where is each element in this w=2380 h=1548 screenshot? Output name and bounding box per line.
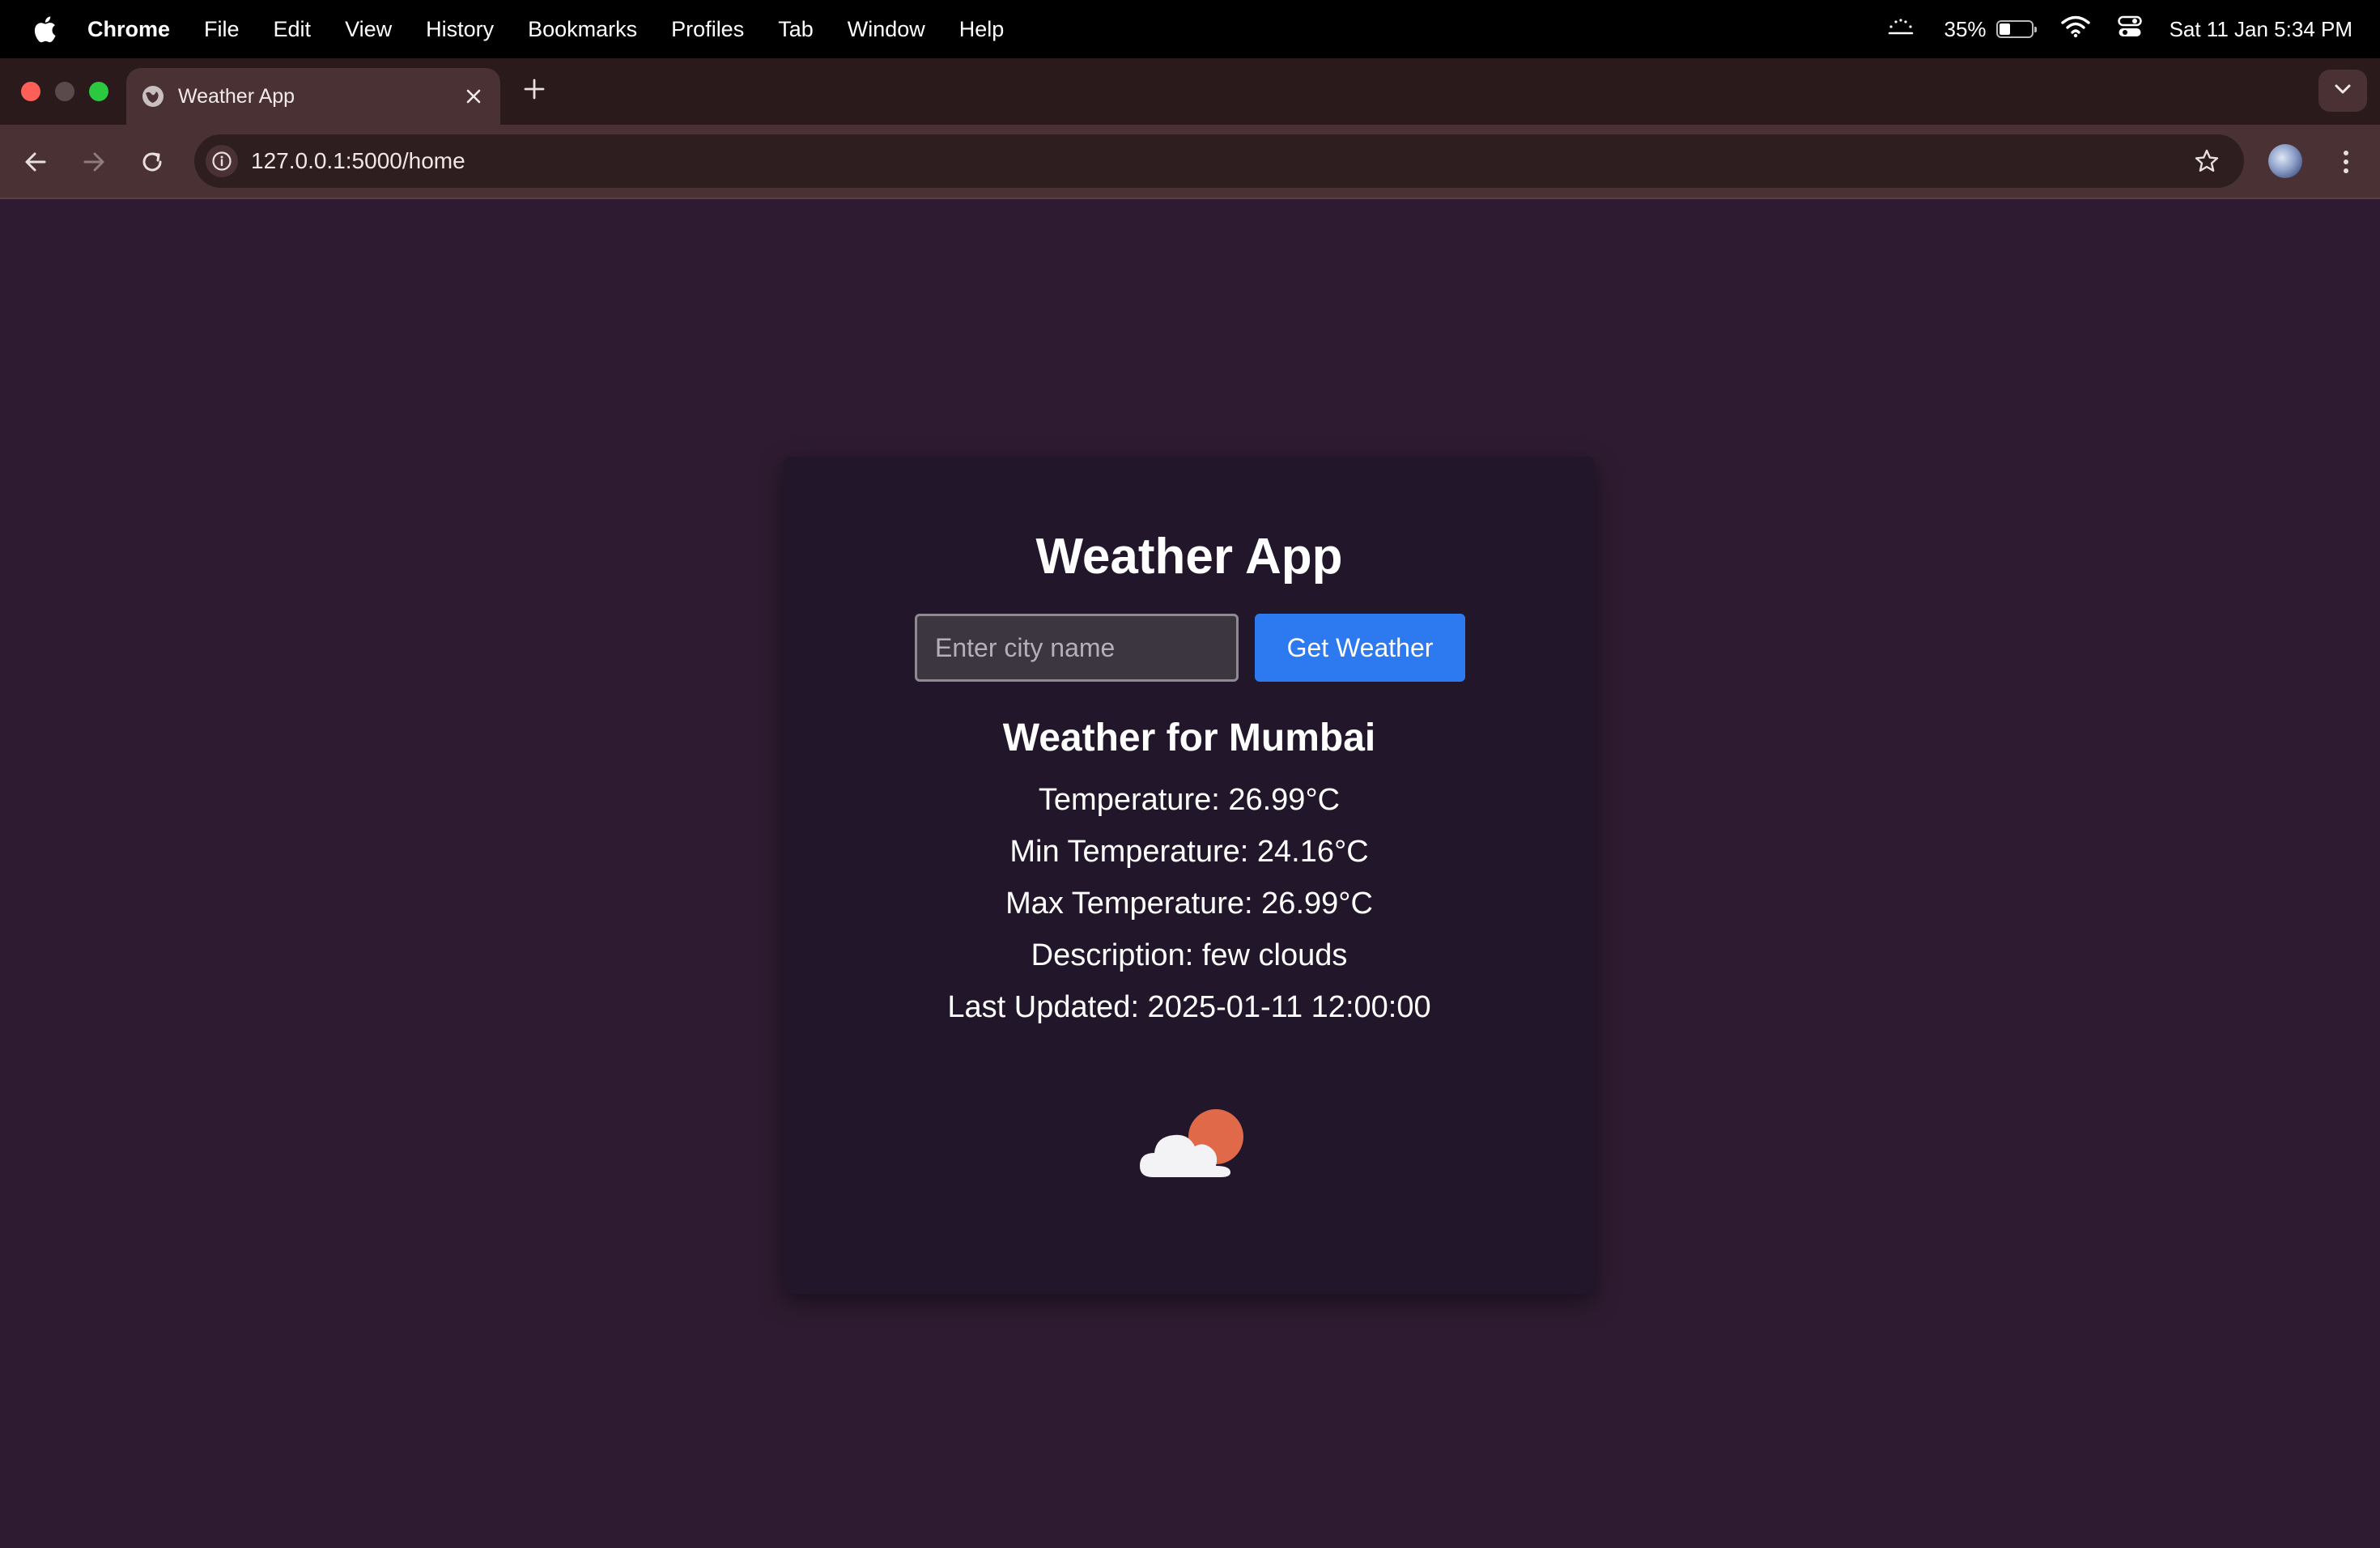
chevron-down-icon [2334,83,2352,99]
city-input[interactable] [915,614,1239,682]
last-updated-text: Last Updated: 2025-01-11 12:00:00 [947,990,1431,1024]
more-options-icon[interactable] [2333,146,2359,178]
battery-percent: 35% [1944,16,1987,41]
weather-heading: Weather for Mumbai [1002,717,1376,759]
battery-level-fill [1999,23,2010,35]
menu-history[interactable]: History [426,17,494,42]
menu-tab[interactable]: Tab [778,17,814,42]
battery-icon [1995,20,2037,38]
battery-status[interactable]: 35% [1944,16,2037,42]
weather-card: Weather App Get Weather Weather for Mumb… [784,457,1595,1294]
address-bar[interactable]: 127.0.0.1:5000/home [194,134,2244,188]
menu-help[interactable]: Help [959,17,1005,42]
back-arrow-icon[interactable] [19,146,52,178]
menu-view[interactable]: View [345,17,392,42]
bookmark-star-icon[interactable] [2192,147,2221,176]
reload-icon[interactable] [136,146,168,178]
globe-icon [141,84,165,108]
few-clouds-icon [1135,1104,1248,1185]
temperature-text: Temperature: 26.99°C [1038,783,1341,817]
forward-arrow-icon[interactable] [78,146,110,178]
apple-logo-icon[interactable] [32,15,57,43]
display-brightness-icon[interactable] [1885,17,1917,42]
window-controls [21,82,108,101]
weather-details: Temperature: 26.99°C Min Temperature: 24… [784,774,1595,1033]
tab-title: Weather App [178,84,295,108]
close-window-button[interactable] [21,82,40,101]
get-weather-button[interactable]: Get Weather [1255,614,1465,682]
description-text: Description: few clouds [1031,938,1348,972]
menu-bookmarks[interactable]: Bookmarks [528,17,637,42]
browser-toolbar: 127.0.0.1:5000/home [0,125,2380,199]
minimize-window-button[interactable] [55,82,74,101]
tab-search-button[interactable] [2318,70,2367,112]
max-temperature-text: Max Temperature: 26.99°C [1005,887,1373,921]
tab-weather-app[interactable]: Weather App [126,68,500,125]
browser-tab-strip: Weather App [0,58,2380,125]
menu-app-chrome[interactable]: Chrome [87,17,170,42]
new-tab-icon[interactable] [521,76,547,102]
min-temperature-text: Min Temperature: 24.16°C [1009,835,1369,869]
menu-edit[interactable]: Edit [274,17,312,42]
menu-file[interactable]: File [204,17,240,42]
menubar-clock[interactable]: Sat 11 Jan 5:34 PM [2170,17,2352,42]
wifi-icon[interactable] [2060,15,2090,44]
macos-menu-bar: Chrome File Edit View History Bookmarks … [0,0,2380,58]
close-tab-icon[interactable] [461,84,486,108]
site-info-icon[interactable] [206,145,238,177]
menu-window[interactable]: Window [848,17,925,42]
menu-profiles[interactable]: Profiles [671,17,744,42]
zoom-window-button[interactable] [89,82,108,101]
search-row: Get Weather [915,614,1465,682]
profile-avatar[interactable] [2268,144,2302,178]
address-url[interactable]: 127.0.0.1:5000/home [251,148,2192,174]
app-title: Weather App [1035,529,1343,585]
page-viewport: Weather App Get Weather Weather for Mumb… [0,201,2380,1548]
control-center-icon[interactable] [2117,15,2142,44]
